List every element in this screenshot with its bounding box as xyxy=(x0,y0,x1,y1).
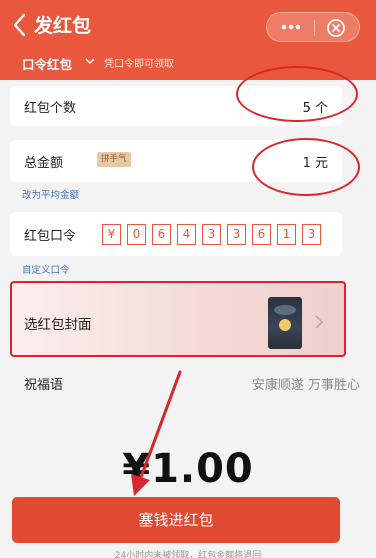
password-digit: 6 xyxy=(252,224,271,245)
password-digit: ¥ xyxy=(102,224,121,245)
password-digit: 6 xyxy=(152,224,171,245)
capsule-divider xyxy=(314,20,315,36)
random-amount-badge: 拼手气 xyxy=(97,152,131,167)
packet-type-hint: 凭口令即可领取 xyxy=(104,59,174,70)
cover-cloud-shape xyxy=(274,305,296,315)
password-label: 红包口令 xyxy=(24,229,77,244)
close-icon[interactable] xyxy=(325,17,347,39)
packet-count-label: 红包个数 xyxy=(24,101,77,116)
page-title: 发红包 xyxy=(34,15,92,37)
password-digit: 3 xyxy=(202,224,221,245)
mini-program-capsule xyxy=(266,12,360,42)
annotation-ring xyxy=(252,138,360,196)
chevron-right-icon[interactable] xyxy=(314,314,324,330)
password-digit: 1 xyxy=(277,224,296,245)
password-digit: 4 xyxy=(177,224,196,245)
more-icon[interactable] xyxy=(279,19,303,35)
cover-thumbnail[interactable] xyxy=(268,297,302,349)
cover-select-label: 选红包封面 xyxy=(24,317,92,333)
submit-button[interactable]: 塞钱进红包 xyxy=(12,497,340,543)
annotation-ring xyxy=(236,66,358,122)
back-arrow-icon[interactable] xyxy=(10,12,30,38)
blessing-label: 祝福语 xyxy=(24,378,64,393)
chevron-down-icon[interactable] xyxy=(84,56,96,66)
amount-display: ¥1.00 xyxy=(122,446,254,492)
custom-password-link[interactable]: 自定义口令 xyxy=(22,262,70,276)
password-digit: 3 xyxy=(302,224,321,245)
password-digit: 0 xyxy=(127,224,146,245)
switch-average-link[interactable]: 改为平均金额 xyxy=(22,187,79,201)
blessing-input[interactable]: 安康顺遂 万事胜心 xyxy=(252,374,360,393)
packet-type-selector[interactable]: 口令红包 xyxy=(22,54,72,73)
password-digit: 3 xyxy=(227,224,246,245)
refund-footnote: 24小时内未被领取，红包金额将退回 xyxy=(114,551,262,558)
total-amount-label: 总金额 xyxy=(24,156,64,171)
cover-moon-shape xyxy=(279,319,291,331)
